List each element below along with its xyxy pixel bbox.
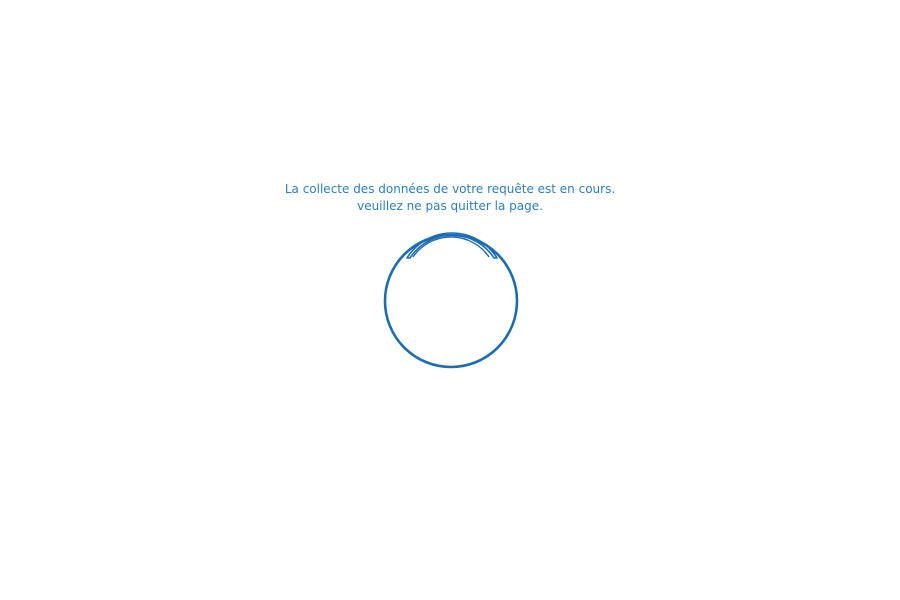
loading-message-line-1: La collecte des données de votre requête…: [284, 182, 616, 196]
loading-message-line-2: veuillez ne pas quitter la page.: [357, 198, 543, 213]
loading-message: La collecte des données de votre requête…: [0, 181, 900, 214]
loading-spinner-icon: [380, 230, 522, 372]
spinner-graphic: [383, 232, 519, 369]
loading-page: La collecte des données de votre requête…: [0, 0, 900, 600]
spinner-ring: [383, 233, 519, 369]
